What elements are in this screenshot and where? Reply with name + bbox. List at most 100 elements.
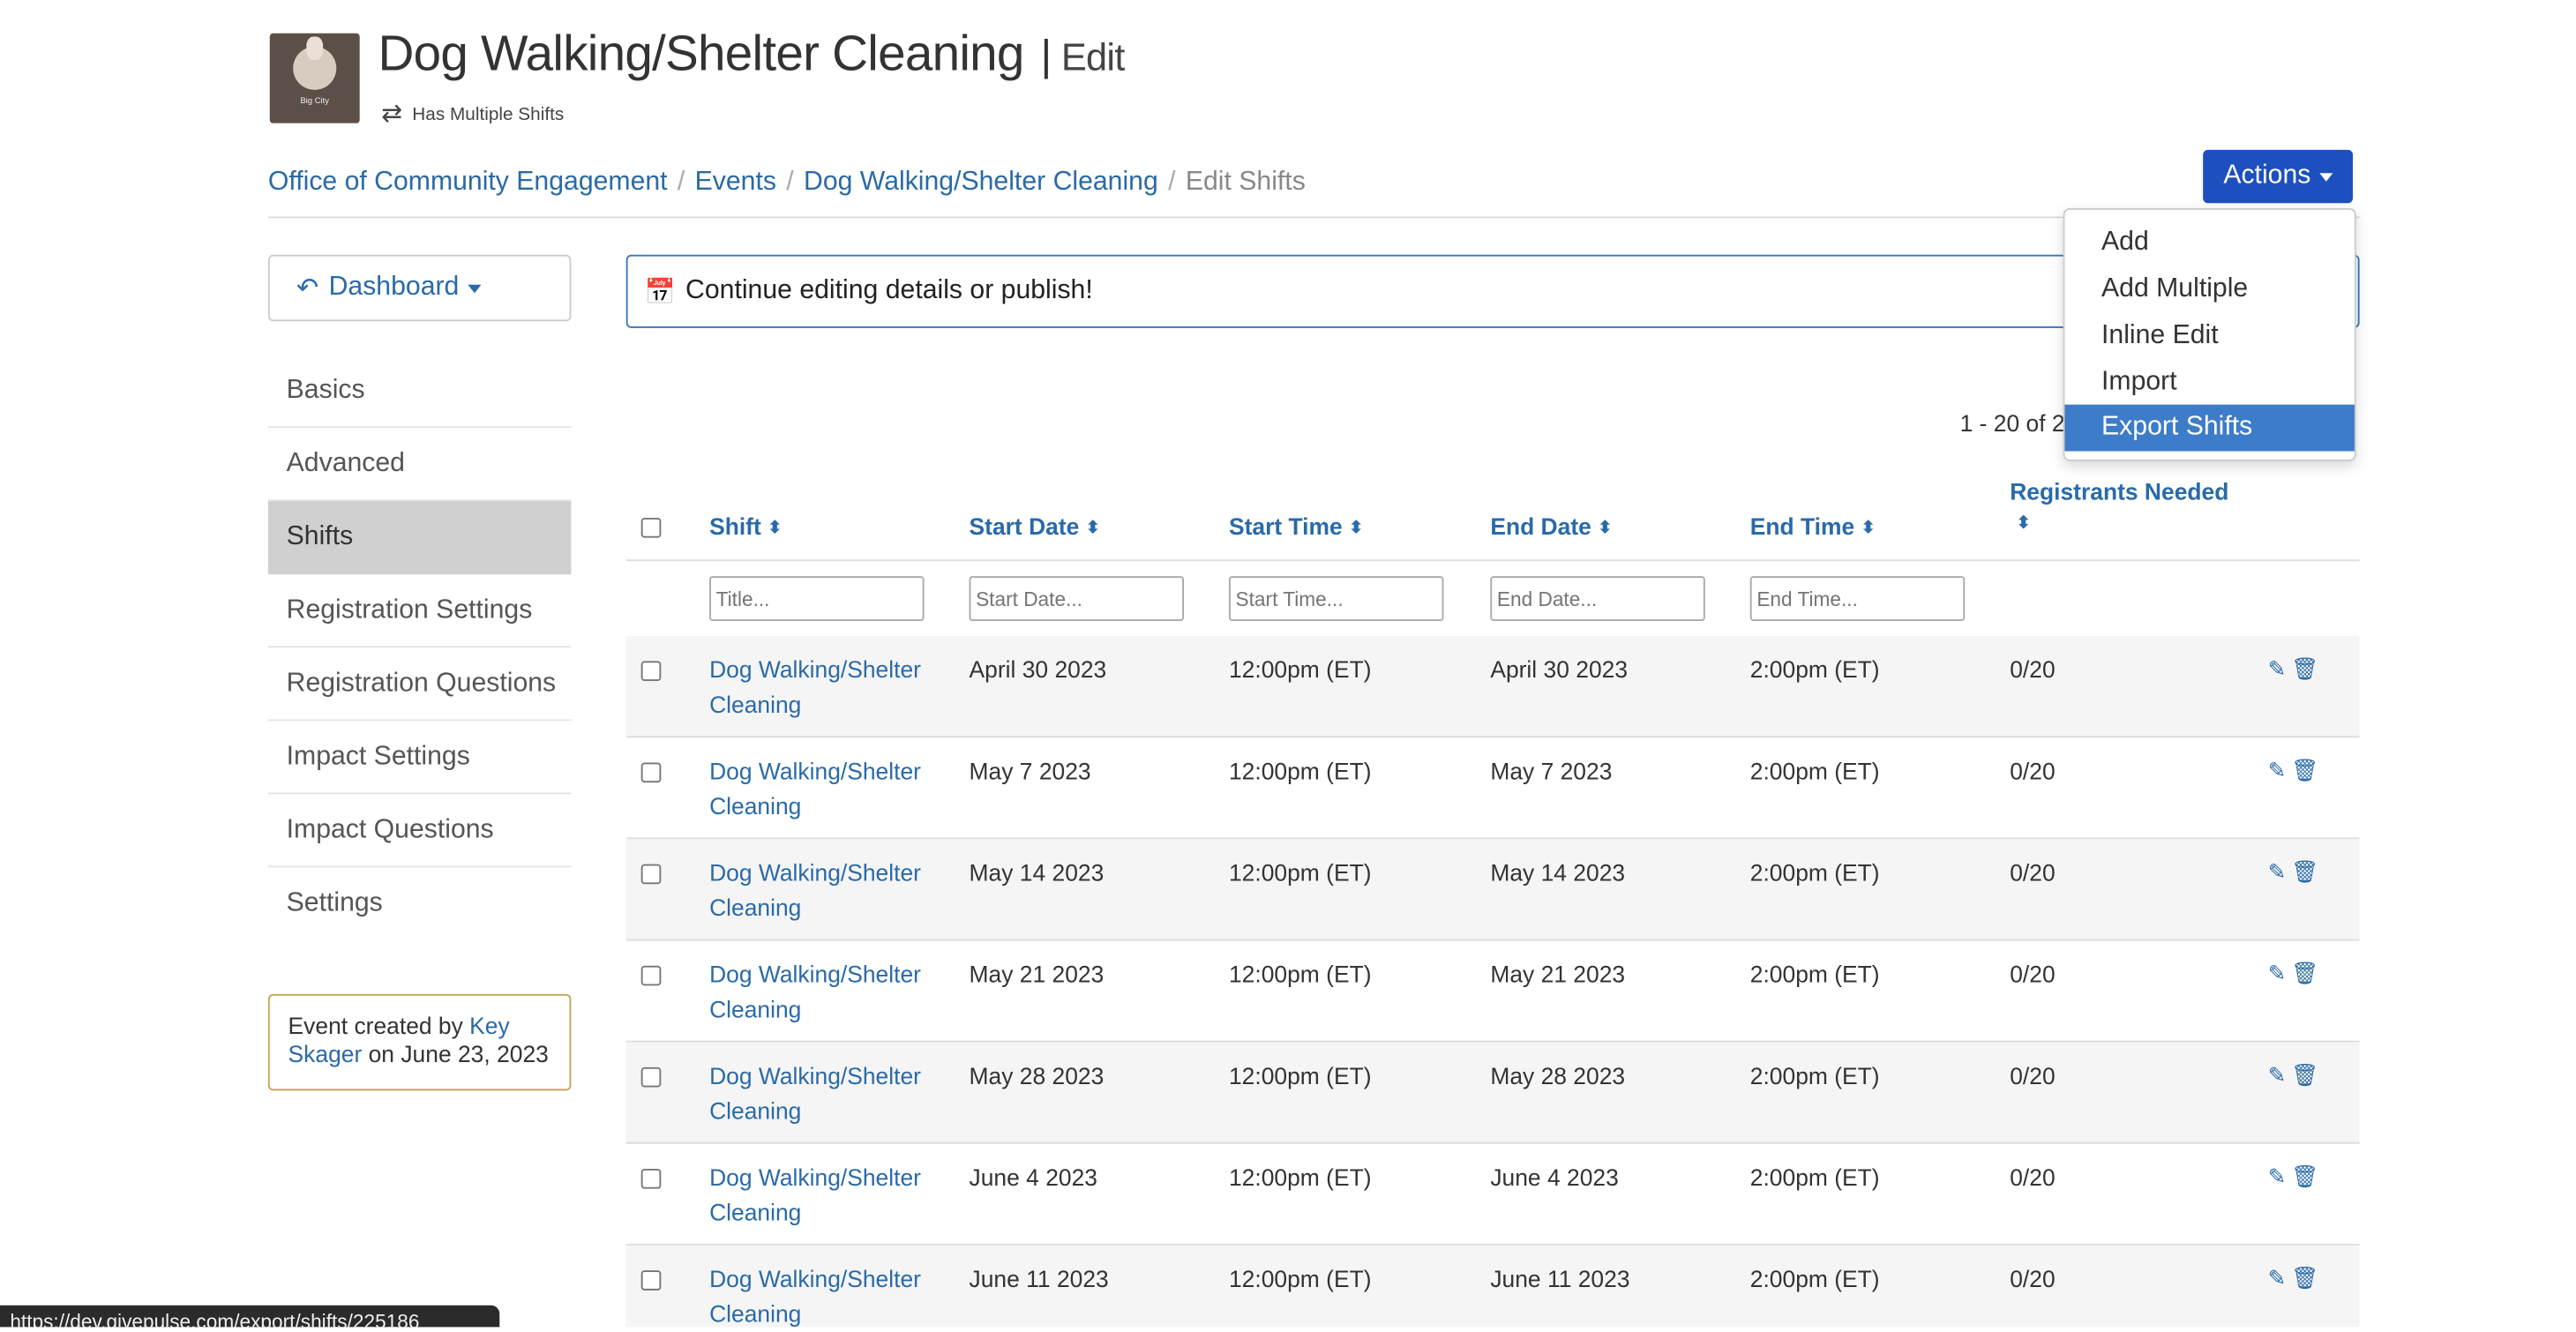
logo-text: Big City [300,96,329,107]
menu-item-inline-edit[interactable]: Inline Edit [2065,313,2355,360]
shift-link[interactable]: Dog Walking/Shelter Cleaning [709,1161,942,1231]
breadcrumb-office[interactable]: Office of Community Engagement [268,168,668,197]
registrants-needed: 0/20 [2010,961,2056,988]
end-date: May 7 2023 [1490,757,1613,785]
actions-button[interactable]: Actions [2203,149,2354,204]
breadcrumb-divider: / [677,168,685,197]
row-checkbox[interactable] [640,661,662,681]
shift-link[interactable]: Dog Walking/Shelter Cleaning [709,1059,942,1128]
row-checkbox[interactable] [640,864,662,885]
start-time: 12:00pm (ET) [1228,757,1372,785]
trash-icon[interactable]: 🗑 [2291,1062,2318,1087]
shift-link[interactable]: Dog Walking/Shelter Cleaning [709,653,942,722]
edit-pencil-icon[interactable]: ✎ [2268,1062,2287,1087]
page-title: Dog Walking/Shelter Cleaning | Edit [378,26,1125,83]
end-time: 2:00pm (ET) [1749,961,1880,988]
edit-pencil-icon[interactable]: ✎ [2268,859,2287,884]
end-time: 2:00pm (ET) [1749,757,1880,785]
trash-icon[interactable]: 🗑 [2291,1164,2318,1188]
table-header-divider [625,559,2360,562]
edit-pencil-icon[interactable]: ✎ [2268,656,2287,681]
end-time: 2:00pm (ET) [1749,1062,1880,1089]
row-checkbox[interactable] [640,1169,662,1189]
sort-icon: ⬍ [1085,519,1100,538]
sidebar-item-impact-settings[interactable]: Impact Settings [267,721,572,795]
row-checkbox[interactable] [640,1066,662,1088]
breadcrumb-event[interactable]: Dog Walking/Shelter Cleaning [804,168,1158,197]
filter-start-time-input[interactable] [1228,576,1444,622]
edit-pencil-icon[interactable]: ✎ [2268,758,2287,782]
sort-shift[interactable]: Shift ⬍ [709,513,782,539]
sidebar-item-shifts[interactable]: Shifts [267,501,572,575]
created-suffix: on June 23, 2023 [368,1040,549,1067]
end-date: May 28 2023 [1490,1062,1626,1089]
header-divider [267,216,2360,219]
row-actions: ✎ 🗑 [2268,1266,2324,1292]
menu-item-import[interactable]: Import [2065,360,2355,407]
sidebar-item-registration-settings[interactable]: Registration Settings [267,574,572,648]
menu-item-add[interactable]: Add [2065,220,2355,266]
table-row: Dog Walking/Shelter Cleaning May 14 2023… [625,839,2360,941]
sidebar-item-basics[interactable]: Basics [267,355,572,429]
dashboard-label: Dashboard [328,273,460,302]
sidebar-item-impact-questions[interactable]: Impact Questions [267,794,572,868]
sort-icon: ⬍ [1598,519,1613,538]
start-date: June 11 2023 [969,1265,1109,1292]
registrants-needed: 0/20 [2010,858,2056,887]
sidebar-item-advanced[interactable]: Advanced [267,428,572,502]
edit-pencil-icon[interactable]: ✎ [2268,1164,2287,1188]
caret-down-icon [467,283,481,293]
shift-link[interactable]: Dog Walking/Shelter Cleaning [709,957,942,1027]
select-all-checkbox[interactable] [640,518,662,538]
header-registrants: Registrants Needed [2010,477,2229,505]
filter-end-date-input[interactable] [1490,576,1705,622]
sort-registrants-needed[interactable]: Registrants Needed ⬍ [2010,477,2229,533]
dashboard-button[interactable]: ↶ Dashboard [267,254,572,322]
row-actions: ✎ 🗑 [2268,1164,2324,1190]
event-title: Dog Walking/Shelter Cleaning [378,26,1024,82]
sort-start-date[interactable]: Start Date ⬍ [970,513,1100,539]
registrants-needed: 0/20 [2010,1062,2056,1089]
row-actions: ✎ 🗑 [2268,859,2324,886]
sort-start-time[interactable]: Start Time ⬍ [1229,513,1363,539]
edit-pencil-icon[interactable]: ✎ [2268,1266,2287,1291]
trash-icon[interactable]: 🗑 [2291,656,2318,681]
trash-icon[interactable]: 🗑 [2291,961,2318,985]
sort-end-date[interactable]: End Date ⬍ [1490,513,1612,539]
breadcrumb-divider: / [786,168,794,197]
menu-item-add-multiple[interactable]: Add Multiple [2065,266,2355,313]
actions-menu: Add Add Multiple Inline Edit Import Expo… [2063,207,2356,461]
row-checkbox[interactable] [640,762,662,783]
filter-end-time-input[interactable] [1749,576,1966,622]
shift-link[interactable]: Dog Walking/Shelter Cleaning [709,1262,942,1332]
menu-item-export-shifts[interactable]: Export Shifts [2064,404,2355,452]
row-checkbox[interactable] [640,965,662,986]
end-date: May 14 2023 [1490,858,1626,887]
event-logo: Big City [269,33,360,123]
breadcrumb-events[interactable]: Events [695,168,776,197]
end-date: June 11 2023 [1490,1265,1630,1292]
sidebar-item-settings[interactable]: Settings [268,867,572,940]
start-time: 12:00pm (ET) [1228,1164,1372,1191]
trash-icon[interactable]: 🗑 [2291,758,2318,782]
shift-link[interactable]: Dog Walking/Shelter Cleaning [709,754,942,824]
sidebar-item-registration-questions[interactable]: Registration Questions [267,647,572,722]
sort-end-time[interactable]: End Time ⬍ [1750,513,1876,539]
trash-icon[interactable]: 🗑 [2291,1266,2318,1291]
registrants-needed: 0/20 [2010,1164,2056,1191]
table-row: Dog Walking/Shelter Cleaning May 7 2023 … [625,737,2360,840]
end-time: 2:00pm (ET) [1749,655,1880,683]
edit-pencil-icon[interactable]: ✎ [2268,961,2287,985]
end-time: 2:00pm (ET) [1749,858,1880,887]
table-row: Dog Walking/Shelter Cleaning May 21 2023… [625,940,2360,1043]
title-separator: | [1040,29,1052,80]
row-checkbox[interactable] [640,1270,662,1291]
start-date: May 7 2023 [969,757,1091,785]
shift-link[interactable]: Dog Walking/Shelter Cleaning [709,856,942,925]
end-date: June 4 2023 [1490,1164,1619,1191]
trash-icon[interactable]: 🗑 [2291,859,2318,884]
breadcrumb-current: Edit Shifts [1185,168,1306,197]
filter-start-date-input[interactable] [969,576,1185,622]
filter-title-input[interactable] [709,576,925,622]
sort-icon: ⬍ [1349,519,1364,538]
